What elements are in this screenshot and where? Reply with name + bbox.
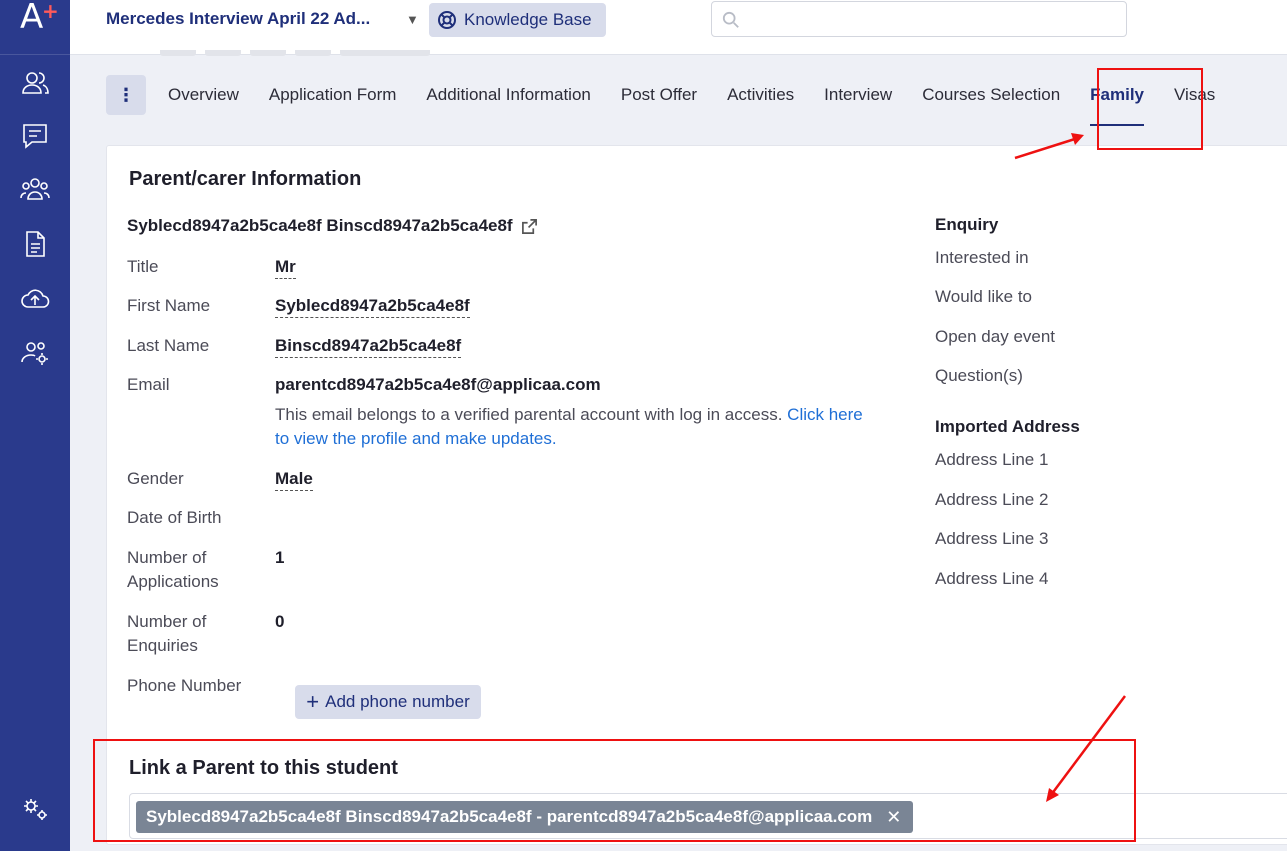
toolbar-buttons — [160, 50, 430, 58]
knowledge-base-label: Knowledge Base — [464, 10, 592, 29]
cloud-upload-icon[interactable] — [18, 281, 52, 315]
search-icon — [722, 11, 739, 28]
gender-value[interactable]: Male — [275, 468, 313, 491]
num-enquiries-value: 0 — [275, 612, 285, 631]
add-phone-button[interactable]: + Add phone number — [295, 685, 481, 719]
more-options-button[interactable]: ⋮ — [106, 75, 146, 115]
enquiry-interested-in: Interested in — [935, 248, 1029, 267]
toolbar-button[interactable] — [250, 50, 286, 56]
logo-letter: A — [20, 0, 44, 37]
tab-interview[interactable]: Interview — [824, 85, 892, 105]
document-icon[interactable] — [18, 227, 52, 261]
enquiry-questions: Question(s) — [935, 366, 1023, 385]
view-profile-link[interactable]: Click here — [787, 405, 863, 424]
tab-post-offer[interactable]: Post Offer — [621, 85, 697, 105]
tab-overview[interactable]: Overview — [168, 85, 239, 105]
tab-family[interactable]: Family — [1090, 85, 1144, 126]
email-note: This email belongs to a verified parenta… — [275, 403, 907, 451]
annotation-box-family-tab — [1097, 68, 1203, 150]
title-value[interactable]: Mr — [275, 256, 296, 279]
parent-name-text: Syblecd8947a2b5ca4e8f Binscd8947a2b5ca4e… — [127, 216, 513, 235]
num-applications-value: 1 — [275, 548, 285, 567]
num-enquiries-label-1: Number of — [127, 612, 207, 631]
link-parent-select[interactable]: Syblecd8947a2b5ca4e8f Binscd8947a2b5ca4e… — [129, 793, 1287, 839]
search-input[interactable] — [711, 1, 1127, 37]
contacts-icon[interactable] — [18, 66, 52, 100]
email-label: Email — [127, 375, 170, 394]
imported-address-heading: Imported Address — [935, 417, 1080, 436]
tab-courses-selection[interactable]: Courses Selection — [922, 85, 1060, 105]
last-name-value[interactable]: Binscd8947a2b5ca4e8f — [275, 335, 462, 358]
view-profile-link-cont[interactable]: to view the profile and make updates. — [275, 429, 557, 448]
settings-icon[interactable] — [18, 792, 52, 826]
groups-icon[interactable] — [18, 172, 52, 206]
selected-parent-chip: Syblecd8947a2b5ca4e8f Binscd8947a2b5ca4e… — [136, 801, 914, 833]
parent-full-name: Syblecd8947a2b5ca4e8f Binscd8947a2b5ca4e… — [127, 216, 538, 236]
family-card: Parent/carer Information Syblecd8947a2b5… — [106, 145, 1287, 845]
num-applications-label-2: Applications — [127, 572, 219, 591]
title-label: Title — [127, 257, 159, 276]
toolbar-button[interactable] — [340, 50, 430, 56]
messages-icon[interactable] — [18, 119, 52, 153]
tab-application-form[interactable]: Application Form — [269, 85, 397, 105]
tab-bar: Overview Application Form Additional Inf… — [168, 85, 1245, 126]
link-parent-title: Link a Parent to this student — [129, 757, 398, 779]
tab-visas[interactable]: Visas — [1174, 85, 1215, 105]
user-settings-icon[interactable] — [18, 336, 52, 370]
logo-plus: + — [42, 0, 59, 23]
plus-icon: + — [306, 689, 320, 714]
section-title: Parent/carer Information — [129, 168, 362, 190]
top-bar: Mercedes Interview April 22 Ad... ▼ Know… — [70, 0, 1287, 55]
tab-additional-information[interactable]: Additional Information — [426, 85, 590, 105]
enquiry-would-like-to: Would like to — [935, 287, 1033, 306]
phone-label: Phone Number — [127, 676, 242, 695]
gender-label: Gender — [127, 469, 184, 488]
sidebar: A + — [0, 0, 70, 851]
toolbar-button[interactable] — [205, 50, 241, 56]
address-line-1: Address Line 1 — [935, 450, 1049, 469]
address-line-4: Address Line 4 — [935, 569, 1049, 588]
first-name-value[interactable]: Syblecd8947a2b5ca4e8f — [275, 295, 470, 318]
num-applications-label-1: Number of — [127, 548, 207, 567]
knowledge-base-button[interactable]: Knowledge Base — [429, 3, 606, 37]
close-icon[interactable]: ✕ — [886, 807, 901, 828]
num-applications-label: Number of Applications — [127, 546, 219, 594]
lifebuoy-icon — [438, 11, 456, 29]
external-link-icon[interactable] — [521, 218, 538, 235]
dob-label: Date of Birth — [127, 508, 222, 527]
num-enquiries-label: Number of Enquiries — [127, 610, 206, 658]
email-note-text: This email belongs to a verified parenta… — [275, 405, 788, 424]
chevron-down-icon[interactable]: ▼ — [406, 12, 419, 27]
sidebar-divider — [0, 54, 70, 55]
address-line-3: Address Line 3 — [935, 529, 1049, 548]
toolbar-button[interactable] — [295, 50, 331, 56]
enquiry-open-day-event: Open day event — [935, 327, 1056, 346]
enquiry-heading: Enquiry — [935, 215, 999, 234]
selected-parent-label: Syblecd8947a2b5ca4e8f Binscd8947a2b5ca4e… — [146, 807, 873, 826]
first-name-label: First Name — [127, 296, 211, 315]
email-value: parentcd8947a2b5ca4e8f@applicaa.com — [275, 375, 601, 394]
num-enquiries-label-2: Enquiries — [127, 636, 198, 655]
last-name-label: Last Name — [127, 336, 210, 355]
page-title[interactable]: Mercedes Interview April 22 Ad... — [106, 9, 370, 29]
app-logo[interactable]: A + — [20, 0, 60, 36]
toolbar-button[interactable] — [160, 50, 196, 56]
address-line-2: Address Line 2 — [935, 490, 1049, 509]
add-phone-label: Add phone number — [325, 692, 470, 711]
tab-activities[interactable]: Activities — [727, 85, 794, 105]
